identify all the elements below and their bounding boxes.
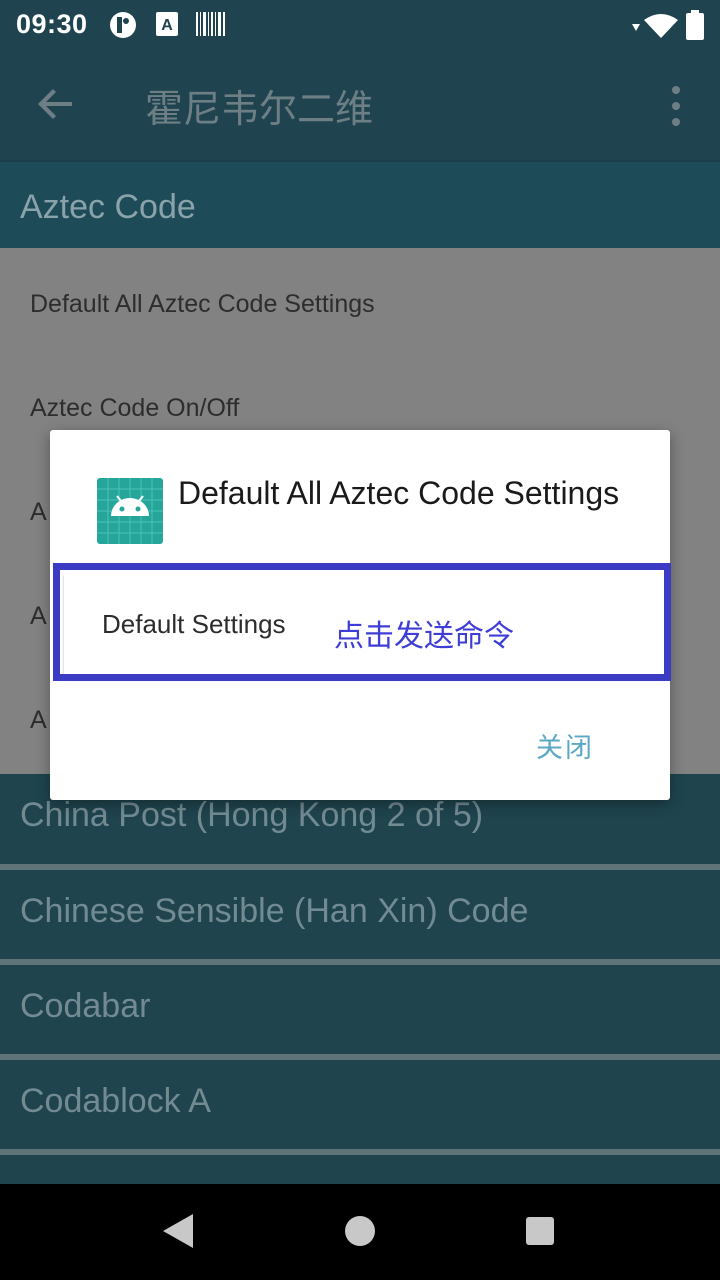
setting-item-3[interactable]: A	[30, 498, 47, 527]
dialog-title: Default All Aztec Code Settings	[178, 475, 620, 511]
wifi-icon	[632, 14, 678, 38]
highlight-box	[53, 563, 671, 681]
nav-recents-icon[interactable]	[526, 1217, 554, 1245]
setting-item-5[interactable]: A	[30, 706, 47, 735]
status-bar: 09:30 A	[0, 0, 720, 50]
android-app-icon	[97, 478, 163, 544]
list-item-codabar[interactable]: Codabar	[0, 959, 720, 1053]
close-button[interactable]: 关闭	[536, 726, 594, 765]
battery-icon	[686, 10, 704, 40]
arrow-back-icon[interactable]	[32, 80, 80, 128]
list-item-han-xin[interactable]: Chinese Sensible (Han Xin) Code	[0, 864, 720, 958]
profile-icon	[110, 12, 136, 38]
more-vert-icon[interactable]	[664, 84, 688, 128]
list-item-label: Codablock A	[20, 1082, 211, 1120]
a-notification-icon: A	[156, 12, 178, 36]
settings-dialog: Default All Aztec Code Settings Default …	[50, 430, 671, 800]
app-title: 霍尼韦尔二维	[145, 87, 374, 131]
list-item-label: China Post (Hong Kong 2 of 5)	[20, 796, 484, 834]
nav-home-icon[interactable]	[345, 1216, 375, 1246]
svg-text:A: A	[161, 17, 173, 34]
setting-item-on-off[interactable]: Aztec Code On/Off	[30, 394, 239, 423]
barcode-icon	[196, 12, 225, 36]
nav-back-icon[interactable]	[163, 1214, 193, 1248]
app-bar: 霍尼韦尔二维	[0, 50, 720, 160]
list-item-codablock-a[interactable]: Codablock A	[0, 1054, 720, 1148]
section-title: Aztec Code	[20, 188, 196, 226]
list-item-label: Chinese Sensible (Han Xin) Code	[20, 892, 529, 930]
status-time: 09:30	[16, 9, 88, 39]
list-item-label: Codabar	[20, 987, 151, 1025]
section-header-aztec[interactable]: Aztec Code	[0, 160, 720, 250]
setting-item-default-all[interactable]: Default All Aztec Code Settings	[30, 290, 375, 319]
setting-item-4[interactable]: A	[30, 602, 47, 631]
